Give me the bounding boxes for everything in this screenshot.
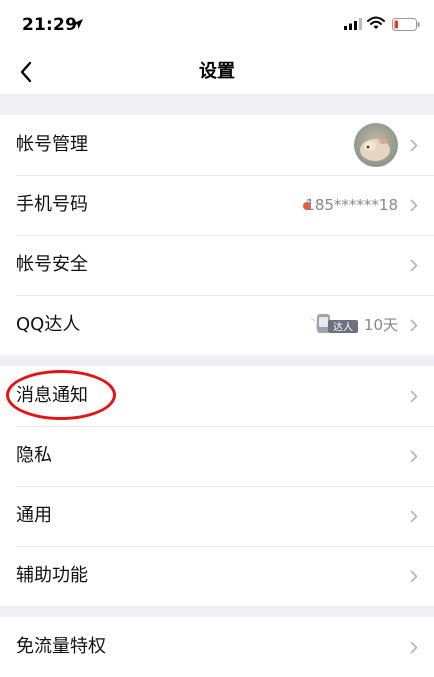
chevron-right-icon [410, 319, 418, 332]
settings-item-message-notifications[interactable]: 消息通知 [0, 366, 434, 426]
battery-icon [392, 18, 420, 31]
settings-item-label: 帐号管理 [16, 134, 88, 155]
status-time: 21:29 [22, 15, 78, 35]
settings-item-label: QQ达人 [16, 314, 81, 335]
daren-days-value: 10天 [363, 316, 398, 334]
chevron-right-icon [410, 570, 418, 583]
settings-item-account-security[interactable]: 帐号安全 [0, 235, 434, 295]
settings-group-preferences: 消息通知 隐私 通用 辅助功能 [0, 366, 434, 606]
settings-group-data: 免流量特权 [0, 617, 434, 677]
settings-item-phone-number[interactable]: 手机号码 185******18 [0, 175, 434, 235]
chevron-right-icon [410, 139, 418, 152]
settings-item-free-data-privilege[interactable]: 免流量特权 [0, 617, 434, 677]
daren-badge-icon: 达人 [310, 314, 358, 334]
settings-item-account-management[interactable]: 帐号管理 [0, 115, 434, 175]
status-bar: 21:29 [0, 0, 434, 50]
chevron-right-icon [410, 450, 418, 463]
chevron-right-icon [410, 641, 418, 654]
chevron-right-icon [410, 390, 418, 403]
settings-item-label: 辅助功能 [16, 565, 88, 586]
settings-group-account: 帐号管理 手机号码 185******18 帐号安全 QQ达人 达人 10天 [0, 115, 434, 355]
back-button[interactable] [8, 54, 44, 90]
settings-item-privacy[interactable]: 隐私 [0, 426, 434, 486]
navigation-bar: 设置 [0, 50, 434, 94]
settings-item-general[interactable]: 通用 [0, 486, 434, 546]
settings-item-qq-daren[interactable]: QQ达人 达人 10天 [0, 295, 434, 355]
cellular-signal-icon [344, 18, 362, 30]
phone-number-value: 185******18 [305, 196, 398, 214]
settings-item-label: 隐私 [16, 445, 52, 466]
settings-item-label: 帐号安全 [16, 254, 88, 275]
settings-item-label: 免流量特权 [16, 636, 106, 657]
daren-badge-label: 达人 [333, 322, 353, 334]
chevron-right-icon [410, 510, 418, 523]
settings-item-accessibility[interactable]: 辅助功能 [0, 546, 434, 606]
page-title: 设置 [199, 61, 235, 82]
avatar [354, 123, 398, 167]
chevron-left-icon [20, 61, 32, 83]
location-arrow-icon [73, 19, 83, 29]
settings-item-label: 手机号码 [16, 194, 88, 215]
wifi-icon [367, 16, 385, 29]
settings-item-label: 消息通知 [16, 385, 88, 406]
chevron-right-icon [410, 259, 418, 272]
settings-item-label: 通用 [16, 505, 52, 526]
chevron-right-icon [410, 199, 418, 212]
